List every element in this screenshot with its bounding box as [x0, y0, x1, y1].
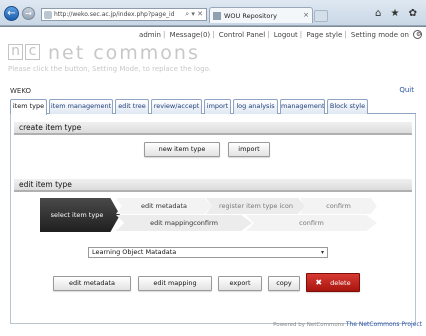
- footer-project-link[interactable]: The NetCommons Project: [346, 321, 422, 328]
- workflow-steps: select item type edit metadata register …: [40, 198, 377, 232]
- tab-favicon-icon: [213, 12, 221, 20]
- page-style-link[interactable]: Page style: [304, 31, 344, 39]
- module-title: WEKO: [10, 87, 32, 95]
- tab-title: WOU Repository: [224, 12, 277, 20]
- delete-button[interactable]: ✖ delete: [306, 273, 360, 292]
- page-icon: [44, 11, 52, 19]
- tab-import[interactable]: import: [204, 99, 231, 114]
- edit-item-type-header: edit item type: [14, 179, 412, 192]
- address-text: http://weko.sec.ac.jp/index.php?page_id=: [54, 11, 174, 18]
- tab-item-type[interactable]: item type: [10, 99, 47, 115]
- new-item-type-button[interactable]: new item type: [144, 142, 220, 157]
- gear-icon[interactable]: ⚙: [413, 30, 422, 39]
- setting-mode-link[interactable]: Setting mode on: [349, 31, 411, 39]
- item-type-select-value: Learning Object Matadata: [92, 248, 177, 256]
- address-bar[interactable]: http://weko.sec.ac.jp/index.php?page_id=…: [41, 8, 207, 21]
- edit-mapping-button[interactable]: edit mapping: [138, 276, 212, 291]
- address-tools-icon[interactable]: ⌕ ▾ ✕: [185, 10, 203, 19]
- item-type-select[interactable]: Learning Object Matadata ▾: [88, 247, 328, 258]
- site-logo: nc net commons Please click the button, …: [8, 42, 228, 78]
- flow-step-select-item-type: select item type: [40, 198, 120, 232]
- export-button[interactable]: export: [218, 276, 262, 291]
- import-button[interactable]: import: [228, 142, 270, 157]
- flow-step-confirm-1: confirm: [300, 198, 377, 214]
- top-menu: admin | Message(0) | Control Panel | Logout…: [137, 30, 422, 39]
- forward-button[interactable]: →: [22, 7, 35, 20]
- quit-link[interactable]: Quit: [399, 86, 414, 94]
- create-item-type-header: create item type: [14, 122, 412, 135]
- logo-name: net commons: [48, 42, 200, 64]
- flow-step-confirm-2: confirm: [246, 215, 377, 231]
- flow-step-edit-metadata: edit metadata: [116, 198, 212, 214]
- browser-toolbar: ← → http://weko.sec.ac.jp/index.php?page…: [0, 0, 426, 26]
- tab-log-analysis[interactable]: log analysis: [233, 99, 278, 114]
- delete-icon: ✖: [315, 278, 323, 287]
- logo-note: Please click the button, Setting Mode, t…: [8, 65, 211, 73]
- footer-powered: Powered by NetCommons: [273, 322, 345, 328]
- control-panel-link[interactable]: Control Panel: [217, 31, 267, 39]
- tab-close-icon[interactable]: ×: [303, 11, 309, 19]
- browser-menu-icons[interactable]: ⌂ ★ ✿: [375, 8, 420, 19]
- footer: Powered by NetCommons The NetCommons Pro…: [273, 321, 422, 328]
- logo-box-n: n: [8, 44, 23, 60]
- flow-step-register-icon: register item type icon: [206, 198, 306, 214]
- tab-management[interactable]: management: [280, 99, 325, 114]
- tab-bar: item type item management edit tree revi…: [10, 99, 416, 115]
- logout-link[interactable]: Logout: [272, 31, 300, 39]
- browser-tab[interactable]: WOU Repository ×: [209, 7, 313, 23]
- tab-block-style[interactable]: Block style: [327, 99, 368, 114]
- copy-button[interactable]: copy: [268, 276, 300, 291]
- chevron-down-icon[interactable]: ▾: [321, 248, 324, 257]
- delete-label: delete: [330, 279, 351, 287]
- logo-box-c: c: [25, 44, 40, 60]
- tab-review-accept[interactable]: review/accept: [151, 99, 202, 114]
- tab-item-management[interactable]: item management: [49, 99, 113, 114]
- message-link[interactable]: Message(0): [168, 31, 213, 39]
- new-tab-button[interactable]: [314, 10, 328, 22]
- flow-step-edit-mapping: edit mappingconfirm: [116, 215, 252, 231]
- tab-edit-tree[interactable]: edit tree: [115, 99, 149, 114]
- back-button[interactable]: ←: [4, 6, 19, 21]
- user-name[interactable]: admin: [137, 31, 163, 39]
- edit-metadata-button[interactable]: edit metadata: [53, 276, 131, 291]
